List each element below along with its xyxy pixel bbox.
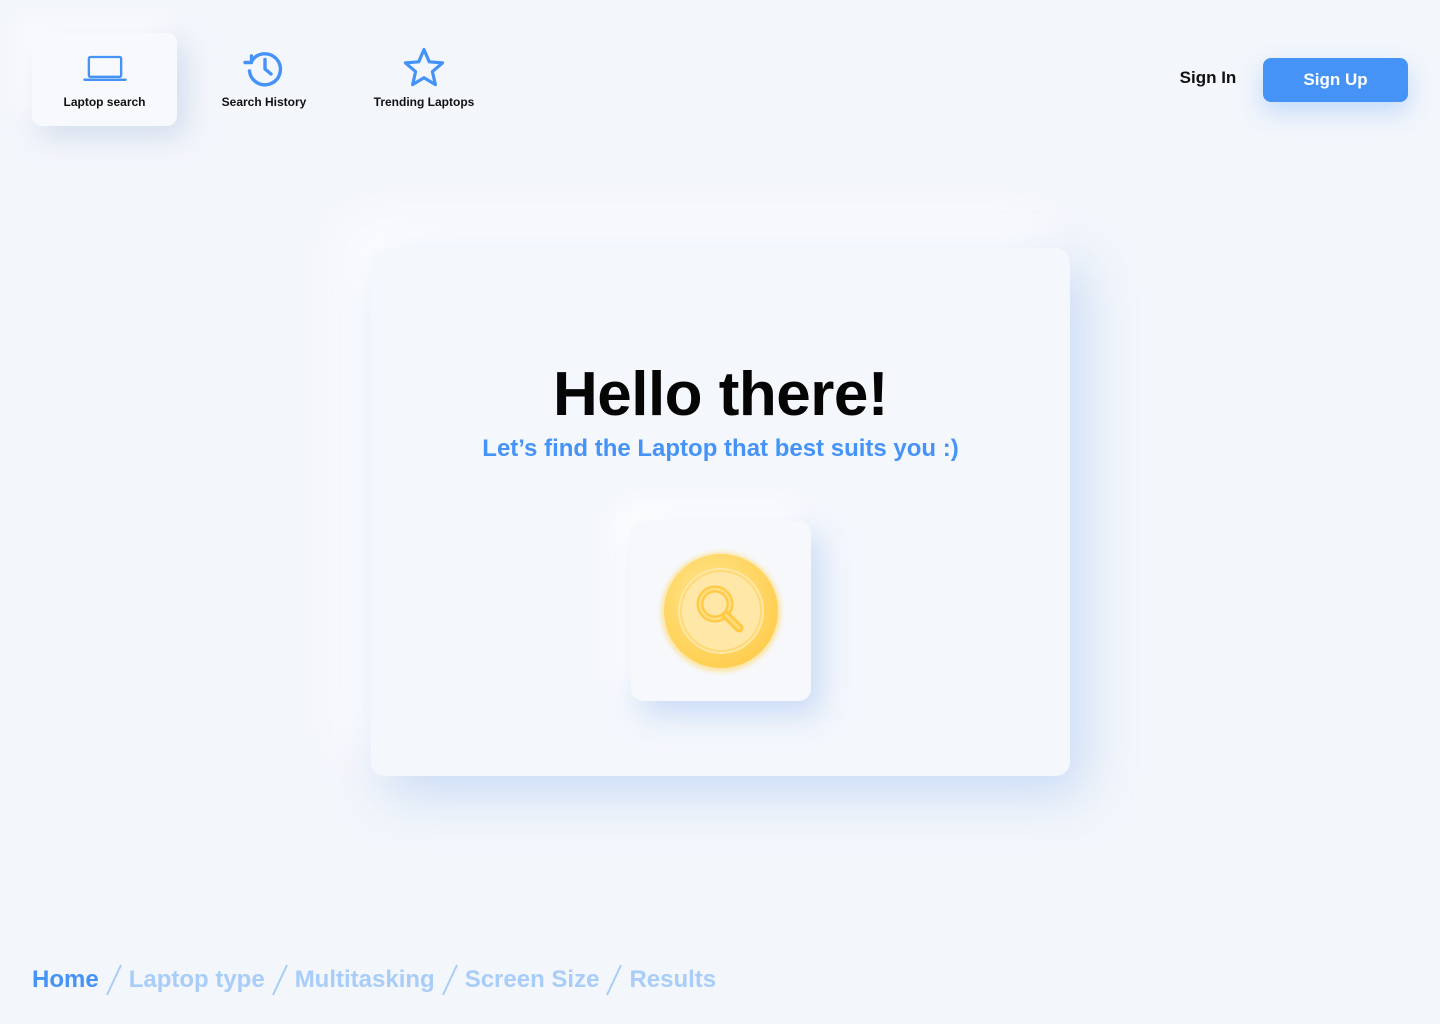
breadcrumb-separator	[606, 964, 623, 996]
nav-item-label: Laptop search	[63, 95, 146, 109]
breadcrumb-separator	[105, 964, 122, 996]
breadcrumb-screen-size[interactable]: Screen Size	[465, 966, 600, 994]
laptop-icon	[82, 47, 127, 89]
breadcrumb-laptop-type[interactable]: Laptop type	[129, 966, 265, 994]
nav-item-trending-laptops[interactable]: Trending Laptops	[356, 33, 492, 126]
breadcrumb-separator	[441, 964, 458, 996]
nav-item-label: Search History	[221, 95, 307, 109]
hero-subtitle: Let’s find the Laptop that best suits yo…	[482, 435, 959, 462]
nav-item-search-history[interactable]: Search History	[203, 33, 325, 126]
breadcrumb-home[interactable]: Home	[32, 966, 99, 994]
hero-title: Hello there!	[552, 360, 889, 429]
breadcrumb: Home Laptop type Multitasking Screen Siz…	[32, 962, 716, 998]
breadcrumb-results[interactable]: Results	[629, 966, 716, 994]
breadcrumb-separator	[271, 964, 288, 996]
star-icon	[402, 47, 446, 89]
magnifier-icon	[661, 552, 781, 672]
history-icon	[242, 47, 286, 89]
hero-card: Hello there! Let’s find the Laptop that …	[371, 248, 1070, 776]
nav-item-laptop-search[interactable]: Laptop search	[32, 33, 177, 126]
breadcrumb-multitasking[interactable]: Multitasking	[295, 966, 435, 994]
sign-in-link[interactable]: Sign In	[1166, 68, 1250, 88]
start-search-button[interactable]	[631, 521, 811, 701]
sign-up-button[interactable]: Sign Up	[1263, 58, 1408, 102]
page: Laptop search Search History Trending La…	[0, 0, 1440, 1024]
nav-item-label: Trending Laptops	[373, 95, 475, 109]
